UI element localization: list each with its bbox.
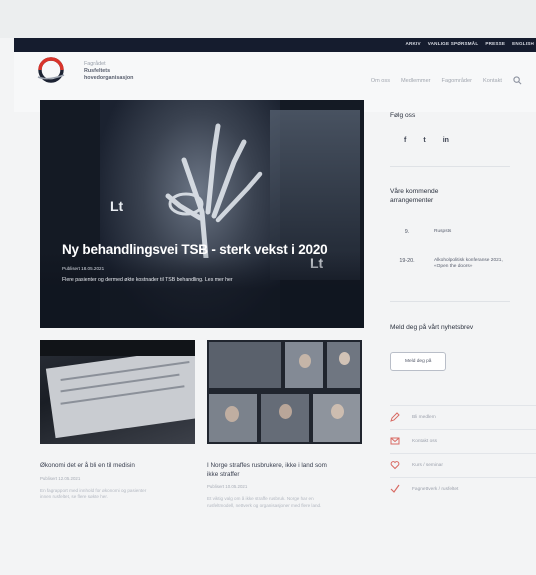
participant-face <box>279 404 292 419</box>
participant-face <box>299 354 311 368</box>
service-label: Bli medlem <box>412 414 436 420</box>
hero-title[interactable]: Ny behandlingsvei TSB - sterk vekst i 20… <box>62 242 362 257</box>
event-title: Alkoholpolitisk konferanse 2021, «Open t… <box>434 257 503 270</box>
card-meta: Publisert 12.05.2021 <box>40 475 81 481</box>
mail-icon <box>390 437 400 445</box>
card-excerpt: En fagrapport med innhold for økonomi og… <box>40 487 147 500</box>
news-card[interactable]: I Norge straffes rusbrukere, ikke i land… <box>207 340 362 509</box>
brand-name[interactable]: Fagrådet Rusfeltets hovedorganisasjon <box>84 61 133 82</box>
card-excerpt: Et viktig valg om å ikke straffe rusbruk… <box>207 496 322 508</box>
event-item[interactable]: 9. Ruspsts <box>390 229 536 236</box>
event-date: 9. <box>404 229 410 235</box>
utility-link-english[interactable]: ENGLISH <box>512 41 534 46</box>
check-icon <box>390 484 400 493</box>
facebook-icon[interactable]: f <box>404 137 406 144</box>
image-shadow <box>40 340 195 356</box>
hero-article[interactable]: Lt Lt Ny behandlingsvei TSB - sterk veks… <box>40 100 364 328</box>
service-label: Fagnettverk / rusfeltet <box>412 486 459 492</box>
newsletter-title: Meld deg på vårt nyhetsbrev <box>390 323 474 331</box>
nav-item-om-oss[interactable]: Om oss <box>371 78 390 84</box>
card-image <box>40 340 195 444</box>
paper-sheet <box>45 347 195 439</box>
service-label: Kurs / seminar <box>412 462 443 468</box>
card-title[interactable]: I Norge straffes rusbrukere, ikke i land… <box>207 462 327 479</box>
service-link[interactable]: Fagnettverk / rusfeltet <box>390 476 536 501</box>
search-icon[interactable] <box>513 76 522 85</box>
screen-bezel <box>0 0 536 38</box>
main-nav: Om oss Medlemmer Fagområder Kontakt <box>371 76 522 85</box>
service-link[interactable]: Bli medlem <box>390 404 536 429</box>
service-link[interactable]: Kontakt oss <box>390 428 536 453</box>
divider <box>390 166 510 167</box>
browser-viewport: ARKIV VANLIGE SPØRSMÅL PRESSE ENGLISH Fa… <box>0 0 536 575</box>
xray-marker: Lt <box>110 198 124 214</box>
participant-face <box>339 352 350 365</box>
news-card[interactable]: Økonomi det er å bli en til medisin Publ… <box>40 340 195 501</box>
follow-title: Følg oss <box>390 112 416 119</box>
nav-item-kontakt[interactable]: Kontakt <box>483 78 502 84</box>
social-links: f t in <box>404 137 536 144</box>
events-title: Våre kommende arrangementer <box>390 188 439 204</box>
hero-lead: Flere pasienter og dermed økte kostnader… <box>62 277 233 283</box>
event-item[interactable]: 19-20. Alkoholpolitisk konferanse 2021, … <box>390 258 536 271</box>
nav-item-fagomrader[interactable]: Fagområder <box>442 78 472 84</box>
event-date: 19-20. <box>399 257 415 264</box>
card-image <box>207 340 362 444</box>
event-title: Ruspsts <box>434 229 452 234</box>
logo-icon[interactable] <box>36 55 66 85</box>
utility-bar: ARKIV VANLIGE SPØRSMÅL PRESSE ENGLISH <box>14 38 536 52</box>
pencil-icon <box>390 412 400 422</box>
card-title[interactable]: Økonomi det er å bli en til medisin <box>40 462 160 471</box>
twitter-icon[interactable]: t <box>423 137 425 144</box>
utility-link-faq[interactable]: VANLIGE SPØRSMÅL <box>428 41 479 46</box>
newsletter-button[interactable]: Meld deg på <box>390 351 447 371</box>
utility-link-arkiv[interactable]: ARKIV <box>405 41 420 46</box>
divider <box>390 300 510 302</box>
nav-item-medlemmer[interactable]: Medlemmer <box>401 78 431 84</box>
linkedin-icon[interactable]: in <box>443 137 449 144</box>
hero-date: Publisert 18.05.2021 <box>62 266 105 271</box>
heart-icon <box>390 461 400 470</box>
participant-face <box>225 406 239 422</box>
service-link[interactable]: Kurs / seminar <box>390 452 536 477</box>
hero-overlay <box>40 250 364 328</box>
video-tile <box>209 342 281 388</box>
participant-face <box>331 404 344 419</box>
xray-hand-image <box>165 123 263 258</box>
card-meta: Publisert 10.05.2021 <box>207 484 248 489</box>
sidebar: Følg oss f t in Våre kommende arrangemen… <box>390 112 536 501</box>
utility-link-presse[interactable]: PRESSE <box>485 41 505 46</box>
video-tile <box>327 342 360 388</box>
service-label: Kontakt oss <box>412 438 438 444</box>
